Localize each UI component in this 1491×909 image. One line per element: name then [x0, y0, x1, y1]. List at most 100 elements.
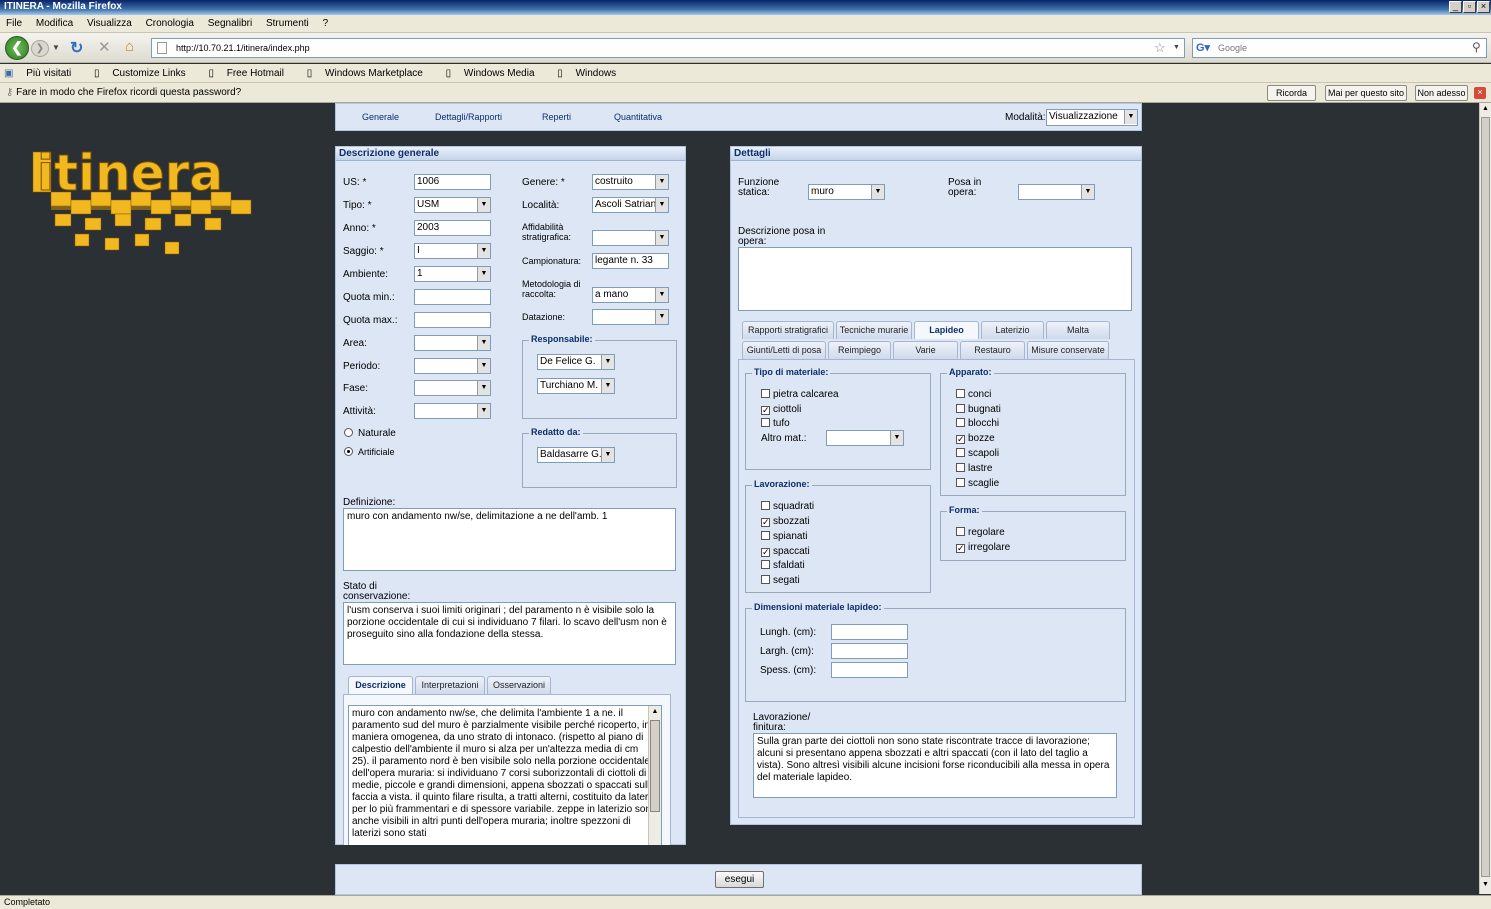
maximize-button[interactable]: ▫: [1463, 1, 1476, 13]
home-icon[interactable]: ⌂: [125, 38, 134, 55]
checkbox-squadrati[interactable]: squadrati: [761, 501, 814, 512]
bookmark-windows-marketplace[interactable]: ▯ Windows Marketplace: [307, 68, 433, 79]
spessore-input[interactable]: [831, 662, 908, 678]
checkbox-scaglie[interactable]: scaglie: [956, 478, 999, 489]
page-scroll-thumb[interactable]: [1481, 117, 1490, 877]
tab-varie[interactable]: Varie: [893, 341, 958, 359]
checkbox-blocchi[interactable]: blocchi: [956, 418, 999, 429]
tab-lapideo[interactable]: Lapideo: [914, 321, 979, 339]
attivita-select[interactable]: ▼: [414, 403, 491, 419]
campionatura-input[interactable]: legante n. 33: [592, 253, 669, 269]
menu-file[interactable]: File: [6, 18, 22, 29]
tab-laterizio[interactable]: Laterizio: [981, 321, 1044, 339]
metodologia-select[interactable]: a mano ▼: [592, 287, 669, 303]
posa-select[interactable]: ▼: [1018, 184, 1095, 200]
funzione-select[interactable]: muro ▼: [808, 184, 885, 200]
remember-button[interactable]: Ricorda: [1267, 85, 1316, 101]
nav-quantitativa[interactable]: Quantitativa: [614, 112, 662, 122]
stop-icon[interactable]: ✕: [98, 38, 111, 56]
anno-input[interactable]: 2003: [414, 220, 491, 236]
nav-dettagli-rapporti[interactable]: Dettagli/Rapporti: [435, 112, 502, 122]
tipo-select[interactable]: USM ▼: [414, 197, 491, 213]
ambiente-select[interactable]: 1 ▼: [414, 266, 491, 282]
close-notification-icon[interactable]: ×: [1474, 87, 1486, 99]
descr-posa-textarea[interactable]: [738, 247, 1132, 311]
lunghezza-input[interactable]: [831, 624, 908, 640]
localita-select[interactable]: Ascoli Satrian ▼: [592, 197, 669, 213]
checkbox-bozze[interactable]: ✓ bozze: [956, 433, 995, 444]
scroll-thumb[interactable]: [650, 720, 660, 812]
forward-arrow-icon[interactable]: ❯: [31, 40, 49, 57]
menu-strumenti[interactable]: Strumenti: [266, 18, 309, 29]
tab-malta[interactable]: Malta: [1046, 321, 1110, 339]
reload-icon[interactable]: ↻: [70, 38, 83, 58]
mode-select[interactable]: Visualizzazione ▼: [1046, 109, 1138, 126]
bookmark-star-icon[interactable]: ☆: [1154, 40, 1166, 56]
nav-generale[interactable]: Generale: [362, 112, 399, 122]
checkbox-segati[interactable]: segati: [761, 575, 800, 586]
tab-restauro[interactable]: Restauro: [960, 341, 1025, 359]
checkbox-scapoli[interactable]: scapoli: [956, 448, 999, 459]
url-dropdown-icon[interactable]: ▼: [1173, 44, 1180, 51]
tab-rapporti-stratigrafici[interactable]: Rapporti stratigrafici: [742, 321, 834, 339]
url-bar[interactable]: http://10.70.21.1/itinera/index.php ☆ ▼: [151, 38, 1185, 58]
descrizione-scrollbar[interactable]: ▲: [648, 706, 661, 845]
tab-misure-conservate[interactable]: Misure conservate: [1027, 341, 1109, 359]
saggio-select[interactable]: I ▼: [414, 243, 491, 259]
never-for-site-button[interactable]: Mai per questo sito: [1325, 85, 1407, 101]
bookmark-free-hotmail[interactable]: ▯ Free Hotmail: [208, 68, 294, 79]
fase-select[interactable]: ▼: [414, 380, 491, 396]
page-scrollbar[interactable]: ▲ ▼: [1479, 103, 1491, 894]
us-input[interactable]: 1006: [414, 174, 491, 190]
checkbox-lastre[interactable]: lastre: [956, 463, 992, 474]
bookmark-windows-media[interactable]: ▯ Windows Media: [446, 68, 545, 79]
quota-max-input[interactable]: [414, 312, 491, 328]
stato-textarea[interactable]: l'usm conserva i suoi limiti originari ;…: [343, 602, 676, 665]
tab-tecniche-murarie[interactable]: Tecniche murarie: [836, 321, 912, 339]
scroll-down-icon[interactable]: ▼: [1480, 879, 1491, 891]
checkbox-irregolare[interactable]: ✓ irregolare: [956, 542, 1010, 553]
nav-reperti[interactable]: Reperti: [542, 112, 571, 122]
checkbox-sfaldati[interactable]: sfaldati: [761, 560, 805, 571]
responsabile1-select[interactable]: De Felice G. ▼: [537, 354, 615, 370]
search-box[interactable]: G▾ Google ⚲: [1192, 38, 1487, 58]
bookmark-customize-links[interactable]: ▯ Customize Links: [94, 68, 196, 79]
menu-cronologia[interactable]: Cronologia: [146, 18, 194, 29]
close-window-button[interactable]: ×: [1477, 1, 1490, 13]
definizione-textarea[interactable]: muro con andamento nw/se, delimitazione …: [343, 508, 676, 571]
naturale-radio[interactable]: Naturale: [344, 428, 396, 439]
affidabilita-select[interactable]: ▼: [592, 230, 669, 246]
tab-giunti-letti[interactable]: Giunti/Letti di posa: [742, 341, 826, 359]
google-icon[interactable]: G▾: [1196, 41, 1210, 54]
larghezza-input[interactable]: [831, 643, 908, 659]
checkbox-regolare[interactable]: regolare: [956, 527, 1005, 538]
bookmark-most-visited[interactable]: ▣ Più visitati: [4, 68, 81, 79]
datazione-select[interactable]: ▼: [592, 309, 669, 325]
tab-osservazioni[interactable]: Osservazioni: [487, 676, 551, 694]
menu-help[interactable]: ?: [323, 18, 329, 29]
descrizione-textarea[interactable]: muro con andamento nw/se, che delimita l…: [348, 705, 662, 845]
tab-interpretazioni[interactable]: Interpretazioni: [415, 676, 485, 694]
quota-min-input[interactable]: [414, 289, 491, 305]
checkbox-pietra-calcarea[interactable]: pietra calcarea: [761, 389, 839, 400]
history-dropdown-icon[interactable]: ▼: [52, 43, 60, 52]
lavorazione-finitura-textarea[interactable]: Sulla gran parte dei ciottoli non sono s…: [753, 733, 1117, 798]
not-now-button[interactable]: Non adesso: [1415, 85, 1468, 101]
periodo-select[interactable]: ▼: [414, 358, 491, 374]
genere-select[interactable]: costruito ▼: [592, 174, 669, 190]
checkbox-tufo[interactable]: tufo: [761, 418, 790, 429]
checkbox-ciottoli[interactable]: ✓ ciottoli: [761, 404, 801, 415]
menu-visualizza[interactable]: Visualizza: [87, 18, 132, 29]
checkbox-bugnati[interactable]: bugnati: [956, 404, 1001, 415]
tab-descrizione[interactable]: Descrizione: [348, 676, 413, 694]
search-magnifier-icon[interactable]: ⚲: [1472, 40, 1481, 54]
artificiale-radio[interactable]: Artificiale: [344, 447, 395, 457]
checkbox-sbozzati[interactable]: ✓ sbozzati: [761, 516, 810, 527]
scroll-up-icon[interactable]: ▲: [1480, 103, 1491, 115]
menu-segnalibri[interactable]: Segnalibri: [208, 18, 252, 29]
minimize-button[interactable]: _: [1449, 1, 1462, 13]
esegui-button[interactable]: esegui: [715, 871, 764, 888]
redatto-select[interactable]: Baldasarre G. ▼: [537, 447, 615, 463]
menu-modifica[interactable]: Modifica: [36, 18, 73, 29]
checkbox-conci[interactable]: conci: [956, 389, 991, 400]
